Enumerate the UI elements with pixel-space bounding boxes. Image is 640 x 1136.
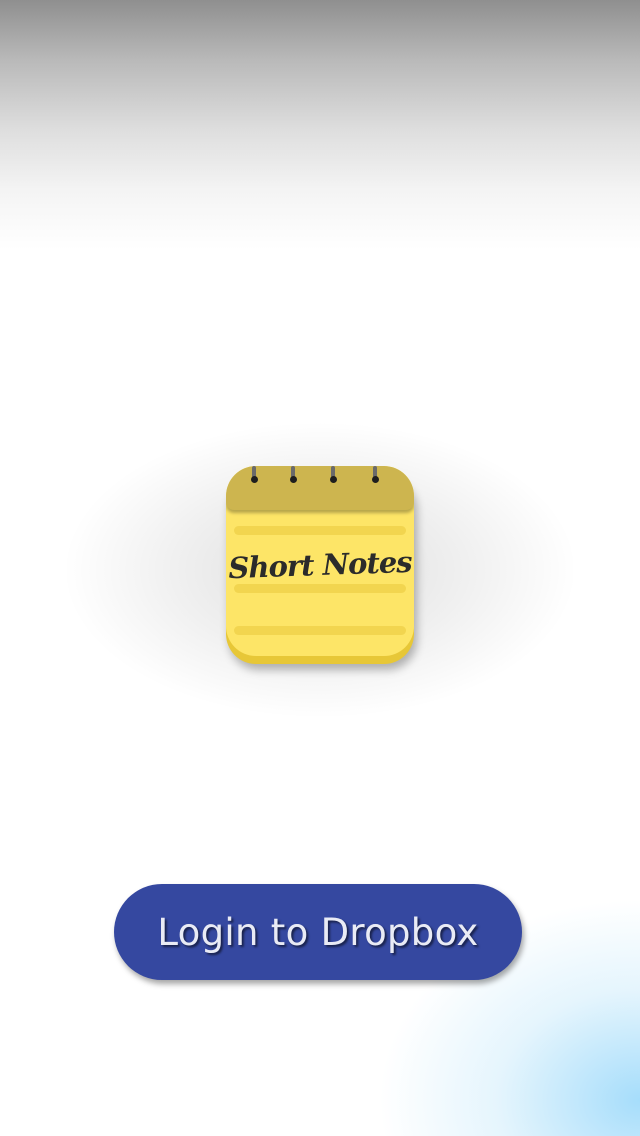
binder-ring [372,466,380,484]
notepad-icon: Short Notes [226,466,416,666]
icon-title: Short Notes [227,544,413,586]
icon-page: Short Notes [226,466,414,656]
binder-ring [251,466,259,484]
login-dropbox-button[interactable]: Login to Dropbox [114,884,522,980]
notepad-line [234,626,406,635]
app-screen: Short Notes Login to Dropbox [0,0,640,1136]
login-button-label: Login to Dropbox [157,910,479,954]
binder-ring [290,466,298,484]
notepad-line [234,526,406,535]
binder-ring [330,466,338,484]
notepad-line [234,584,406,593]
